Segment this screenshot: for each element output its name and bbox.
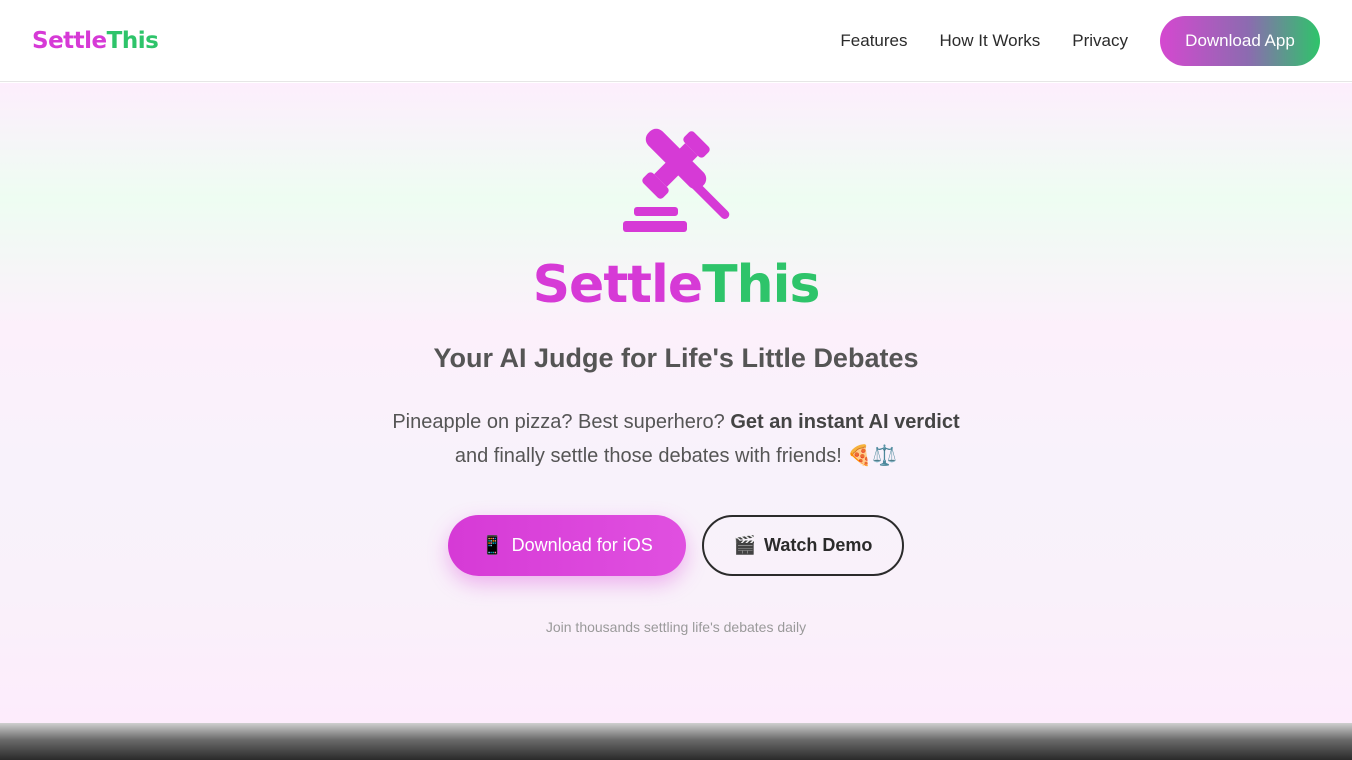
nav-link-features[interactable]: Features — [840, 31, 907, 51]
logo-part-this: This — [106, 27, 159, 54]
desc-line1-text: Pineapple on pizza? Best superhero? — [392, 411, 731, 433]
clapperboard-icon: 🎬 — [733, 535, 757, 555]
logo[interactable]: SettleThis — [32, 27, 159, 54]
hero-title-this: This — [702, 255, 820, 315]
social-proof: Join thousands settling life's debates d… — [545, 619, 807, 635]
phone-icon: 📱 — [481, 535, 504, 555]
nav-links: Features How It Works Privacy Download A… — [808, 15, 1320, 66]
hero-title: SettleThis — [0, 255, 1352, 315]
desc-line1-bold: Get an instant AI verdict — [730, 411, 960, 433]
hero-description: Pineapple on pizza? Best superhero? Get … — [376, 405, 976, 473]
nav-link-how-it-works[interactable]: How It Works — [940, 31, 1041, 51]
watch-demo-label: Watch Demo — [764, 535, 873, 555]
nav-link-privacy[interactable]: Privacy — [1072, 31, 1128, 51]
hero-section: SettleThis Your AI Judge for Life's Litt… — [0, 83, 1352, 723]
download-app-button[interactable]: Download App — [1160, 15, 1320, 66]
download-ios-button[interactable]: 📱 Download for iOS — [448, 515, 686, 576]
hero-title-settle: Settle — [532, 255, 704, 315]
hero-tagline: Your AI Judge for Life's Little Debates — [433, 343, 919, 373]
desc-line2-text: and finally settle those debates with fr… — [454, 445, 898, 467]
logo-part-settle: Settle — [32, 27, 107, 54]
watch-demo-button[interactable]: 🎬 Watch Demo — [702, 515, 904, 576]
download-ios-label: Download for iOS — [511, 535, 653, 555]
top-nav: SettleThis Features How It Works Privacy… — [0, 0, 1352, 82]
next-section-edge — [0, 723, 1352, 760]
gavel-icon — [623, 128, 730, 232]
